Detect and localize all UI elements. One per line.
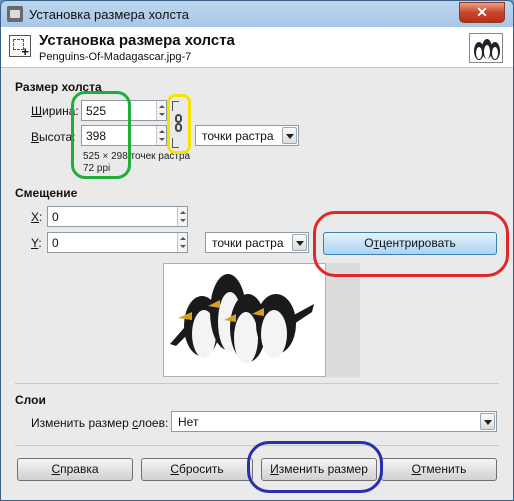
height-value: 398	[86, 129, 107, 143]
height-label: Высота:	[31, 130, 76, 144]
window-titlebar: Установка размера холста ✕	[1, 1, 513, 27]
offset-x-spin-arrows[interactable]	[177, 207, 187, 226]
gimp-app-icon	[7, 6, 23, 22]
window-title: Установка размера холста	[29, 7, 189, 22]
separator	[15, 383, 499, 384]
penguins-image	[170, 274, 314, 364]
resize-button[interactable]: Изменить размер	[261, 458, 377, 481]
canvas-size-icon	[9, 35, 31, 59]
help-button[interactable]: Справка	[17, 458, 133, 481]
chevron-down-icon[interactable]	[292, 234, 307, 251]
offset-y-label: Y:	[31, 236, 42, 250]
window-close-button[interactable]: ✕	[459, 2, 505, 23]
width-spinbox[interactable]: 525	[81, 100, 167, 121]
offset-y-value: 0	[52, 236, 59, 250]
width-spin-arrows[interactable]	[156, 101, 166, 120]
chain-link-toggle[interactable]	[172, 101, 186, 148]
offset-unit-select[interactable]: точки растра	[205, 232, 309, 253]
chevron-down-icon[interactable]	[480, 413, 495, 430]
offset-unit-value: точки растра	[212, 236, 284, 250]
offset-y-spinbox[interactable]: 0	[47, 232, 188, 253]
width-label: Ширина:	[31, 104, 79, 118]
image-name: Penguins-Of-Madagascar.jpg-7	[39, 51, 192, 63]
resize-layers-label: Изменить размер слоев:	[31, 416, 169, 430]
dialog-header: Установка размера холста Penguins-Of-Mad…	[1, 27, 513, 68]
offset-x-value: 0	[52, 210, 59, 224]
dialog-title: Установка размера холста	[39, 32, 235, 49]
height-spin-arrows[interactable]	[156, 126, 166, 145]
offset-x-spinbox[interactable]: 0	[47, 206, 188, 227]
size-info-text: 525 × 298 точек растра	[83, 151, 191, 162]
canvas-size-section-label: Размер холста	[15, 80, 102, 94]
reset-button[interactable]: Сбросить	[141, 458, 253, 481]
chain-icon	[175, 114, 182, 123]
offset-section-label: Смещение	[15, 186, 78, 200]
width-value: 525	[86, 104, 107, 118]
ppi-info-text: 72 ppi	[83, 163, 111, 174]
chevron-down-icon[interactable]	[282, 127, 297, 144]
image-preview[interactable]	[163, 263, 326, 377]
resize-layers-select[interactable]: Нет	[171, 411, 497, 432]
resize-layers-value: Нет	[178, 415, 199, 429]
offset-x-label: X:	[31, 210, 43, 224]
image-thumbnail	[469, 33, 503, 63]
chain-icon-lower	[175, 123, 182, 132]
height-spinbox[interactable]: 398	[81, 125, 167, 146]
separator	[15, 445, 499, 446]
center-button[interactable]: Отцентрировать	[323, 232, 497, 255]
canvas-size-dialog: Установка размера холста ✕ Установка раз…	[0, 0, 514, 501]
size-unit-value: точки растра	[202, 129, 274, 143]
layers-section-label: Слои	[15, 393, 46, 407]
cancel-button[interactable]: Отменить	[381, 458, 497, 481]
size-unit-select[interactable]: точки растра	[195, 125, 299, 146]
offset-y-spin-arrows[interactable]	[177, 233, 187, 252]
